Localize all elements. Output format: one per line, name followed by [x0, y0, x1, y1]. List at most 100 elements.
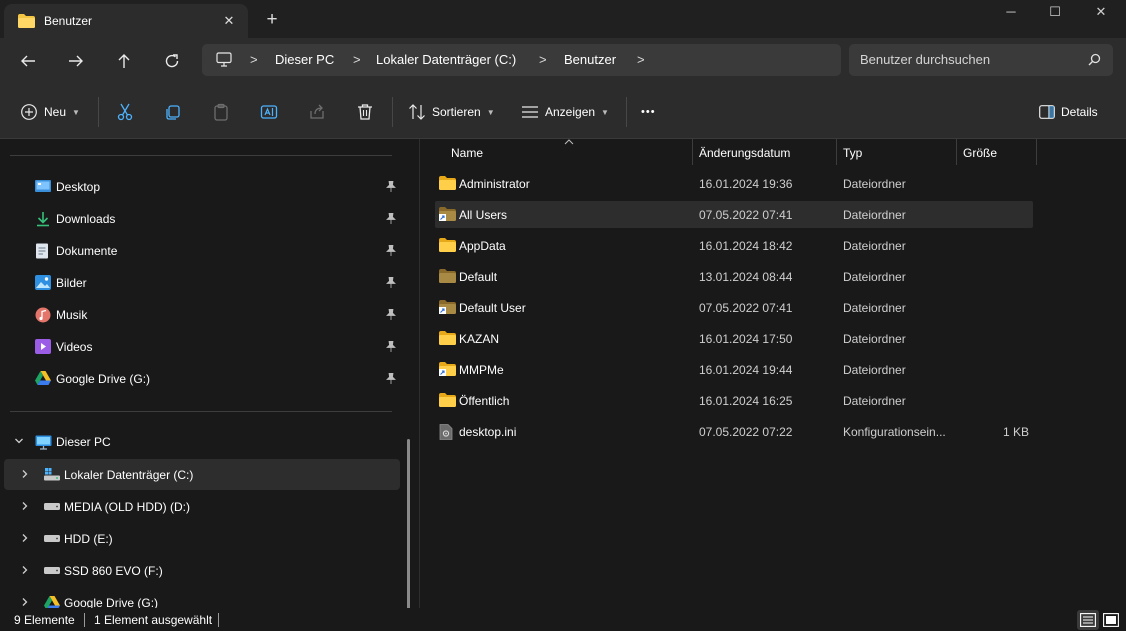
maximize-button[interactable]: ☐ [1032, 0, 1078, 24]
refresh-button[interactable] [158, 48, 186, 74]
document-icon [35, 243, 49, 262]
pin-icon [386, 180, 396, 195]
title-bar: Benutzer ✕ + ─ ☐ ✕ [0, 0, 1126, 38]
breadcrumb-separator[interactable]: > [353, 52, 361, 67]
column-header-type[interactable]: Typ [837, 139, 956, 165]
sidebar-item-musik[interactable]: Musik [0, 300, 400, 330]
column-header-date[interactable]: Änderungsdatum [693, 139, 836, 165]
breadcrumb-benutzer[interactable]: Benutzer [564, 52, 616, 67]
file-row-administrator[interactable]: Administrator 16.01.2024 19:36 Dateiordn… [435, 170, 1033, 197]
file-row-mmpme[interactable]: MMPMe 16.01.2024 19:44 Dateiordner [435, 356, 1033, 383]
close-window-button[interactable]: ✕ [1078, 0, 1124, 24]
sort-ascending-icon [564, 139, 574, 145]
column-divider[interactable] [1036, 139, 1037, 165]
chevron-down-icon[interactable] [14, 435, 24, 449]
toolbar-divider [392, 97, 393, 127]
rename-button[interactable] [260, 100, 278, 124]
file-row-default-user[interactable]: Default User 07.05.2022 07:41 Dateiordne… [435, 294, 1033, 321]
more-options-button[interactable]: ••• [641, 100, 656, 124]
folder-link-icon [439, 300, 456, 317]
cut-button[interactable] [116, 100, 134, 124]
delete-button[interactable] [356, 100, 374, 124]
breadcrumb-separator[interactable]: > [539, 52, 547, 67]
copy-button[interactable] [164, 100, 182, 124]
navigation-pane: Desktop Downloads Dokumente Bilder Musik… [0, 139, 420, 631]
column-header-name[interactable]: Name [421, 139, 691, 165]
share-button[interactable] [308, 100, 326, 124]
sidebar-item-dokumente[interactable]: Dokumente [0, 236, 400, 266]
details-pane-button[interactable]: Details [1039, 100, 1098, 124]
file-row-kazan[interactable]: KAZAN 16.01.2024 17:50 Dateiordner [435, 325, 1033, 352]
sidebar-divider [10, 411, 392, 412]
file-row-desktop-ini[interactable]: desktop.ini 07.05.2022 07:22 Konfigurati… [435, 418, 1033, 445]
sort-icon [409, 104, 425, 120]
sidebar-drive-c[interactable]: Lokaler Datenträger (C:) [4, 459, 400, 490]
sidebar-drive-d[interactable]: MEDIA (OLD HDD) (D:) [4, 491, 400, 522]
chevron-right-icon[interactable] [20, 532, 30, 546]
breadcrumb-lokaler-datentraeger[interactable]: Lokaler Datenträger (C:) [376, 52, 516, 67]
view-button[interactable]: Anzeigen ▼ [521, 100, 609, 124]
trash-icon [358, 104, 372, 120]
address-bar[interactable]: > Dieser PC > Lokaler Datenträger (C:) >… [202, 44, 841, 76]
search-box[interactable]: Benutzer durchsuchen [849, 44, 1113, 76]
forward-button[interactable] [62, 48, 90, 74]
status-bar: 9 Elemente 1 Element ausgewählt [0, 608, 1126, 631]
rename-icon [260, 105, 278, 119]
new-tab-button[interactable]: + [260, 8, 284, 32]
hard-drive-icon [44, 532, 60, 547]
chevron-right-icon[interactable] [20, 500, 30, 514]
arrow-right-icon [69, 55, 83, 67]
folder-link-icon [439, 362, 456, 379]
clipboard-icon [214, 103, 228, 121]
windows-drive-icon [44, 468, 60, 484]
sidebar-item-desktop[interactable]: Desktop [0, 172, 400, 202]
chevron-right-icon[interactable] [20, 468, 30, 482]
large-icons-view-icon [1103, 613, 1119, 627]
pictures-icon [35, 275, 51, 293]
paste-button[interactable] [212, 100, 230, 124]
breadcrumb-dieser-pc[interactable]: Dieser PC [275, 52, 334, 67]
computer-icon [35, 435, 52, 453]
list-view-icon [522, 106, 538, 118]
file-row-oeffentlich[interactable]: Öffentlich 16.01.2024 16:25 Dateiordner [435, 387, 1033, 414]
details-view-icon [1080, 613, 1096, 627]
back-button[interactable] [14, 48, 42, 74]
breadcrumb-separator[interactable]: > [250, 52, 258, 67]
refresh-icon [165, 54, 179, 68]
pin-icon [386, 308, 396, 323]
sidebar-item-downloads[interactable]: Downloads [0, 204, 400, 234]
file-row-appdata[interactable]: AppData 16.01.2024 18:42 Dateiordner [435, 232, 1033, 259]
desktop-icon [35, 179, 51, 196]
new-button[interactable]: Neu ▼ [20, 100, 80, 124]
breadcrumb-separator[interactable]: > [637, 52, 645, 67]
large-icons-view-button[interactable] [1100, 610, 1122, 630]
plus-circle-icon [21, 104, 37, 120]
pin-icon [386, 212, 396, 227]
close-tab-button[interactable]: ✕ [219, 11, 239, 31]
copy-icon [166, 105, 180, 120]
status-divider [84, 613, 85, 627]
sidebar-drive-e[interactable]: HDD (E:) [4, 523, 400, 554]
folder-icon [439, 393, 456, 410]
tab-benutzer[interactable]: Benutzer ✕ [4, 4, 248, 38]
sidebar-item-bilder[interactable]: Bilder [0, 268, 400, 298]
sidebar-scrollbar[interactable] [407, 439, 410, 631]
chevron-down-icon: ▼ [486, 107, 495, 117]
chevron-right-icon[interactable] [20, 564, 30, 578]
details-pane-icon [1039, 105, 1055, 119]
chevron-down-icon: ▼ [72, 107, 80, 117]
search-input[interactable]: Benutzer durchsuchen [860, 52, 990, 67]
details-view-button[interactable] [1077, 610, 1099, 630]
file-row-all-users[interactable]: All Users 07.05.2022 07:41 Dateiordner [435, 201, 1033, 228]
sort-button[interactable]: Sortieren ▼ [408, 100, 495, 124]
up-button[interactable] [110, 48, 138, 74]
hard-drive-icon [44, 564, 60, 579]
file-row-default[interactable]: Default 13.01.2024 08:44 Dateiordner [435, 263, 1033, 290]
music-icon [35, 307, 51, 326]
sidebar-item-dieser-pc[interactable]: Dieser PC [4, 427, 400, 458]
minimize-button[interactable]: ─ [988, 0, 1034, 24]
sidebar-item-videos[interactable]: Videos [0, 332, 400, 362]
sidebar-item-google-drive[interactable]: Google Drive (G:) [0, 364, 400, 394]
column-header-size[interactable]: Größe [957, 139, 1036, 165]
sidebar-drive-f[interactable]: SSD 860 EVO (F:) [4, 555, 400, 586]
